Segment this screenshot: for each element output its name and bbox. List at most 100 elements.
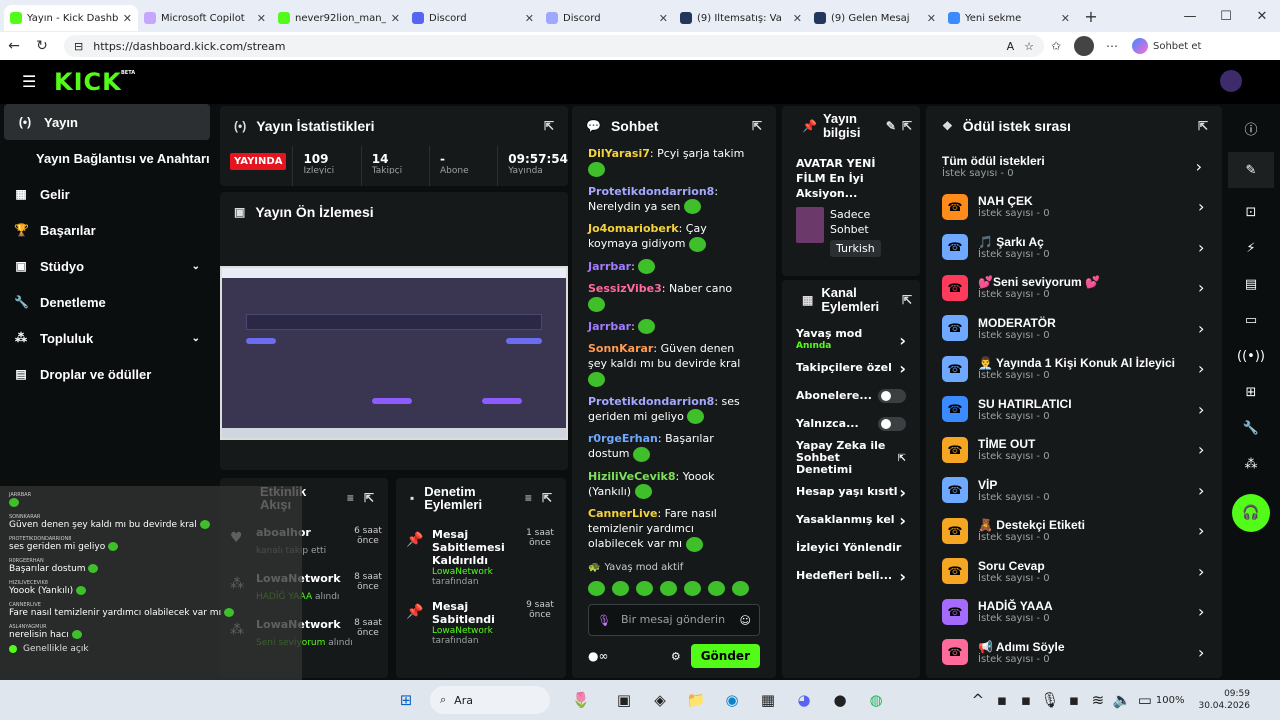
reward-item[interactable]: ☎ 📢 Adımı Söyle İstek sayısı - 0 › <box>926 632 1222 673</box>
browser-tab[interactable]: Yayın - Kick Dashb ✕ <box>4 5 138 31</box>
channel-action[interactable]: Takipçilere özel › <box>782 354 920 382</box>
layout-icon[interactable]: ⊞ <box>1228 374 1274 410</box>
chat-message[interactable]: Jarrbar: <box>572 319 752 334</box>
browser-tab[interactable]: Discord ✕ <box>406 5 540 31</box>
profile-avatar[interactable] <box>1074 36 1094 56</box>
site-info-icon[interactable]: ⊟ <box>74 40 83 53</box>
broadcast-icon[interactable]: ((•)) <box>1228 338 1274 374</box>
favorite-star-icon[interactable]: ☆ <box>1024 40 1034 53</box>
favorites-icon[interactable]: ✩ <box>1044 39 1068 53</box>
tray-icon[interactable]: ▪ <box>990 684 1014 716</box>
chat-messages[interactable]: DilYarasi7: Pcyi şarja takim Protetikdon… <box>572 146 776 556</box>
wifi-icon[interactable]: ≋ <box>1086 684 1110 716</box>
read-aloud-icon[interactable]: A <box>1007 40 1015 53</box>
file-explorer-icon[interactable]: 📁 <box>678 684 714 716</box>
tray-icon[interactable]: ▪ <box>1014 684 1038 716</box>
chat-message[interactable]: r0rgeErhan: Başarılar dostum <box>572 431 752 462</box>
copilot-button[interactable]: Sohbet et <box>1132 38 1201 54</box>
popout-icon[interactable]: ⇱ <box>542 491 552 505</box>
channel-action[interactable]: Yalnızca... <box>782 410 920 438</box>
chat-message[interactable]: Jo4omarioberk: Çay koymaya gidiyom <box>572 221 752 252</box>
toggle-switch[interactable] <box>878 389 906 403</box>
chat-username[interactable]: Jo4omarioberk <box>588 222 679 235</box>
menu-icon[interactable]: ☰ <box>22 72 36 91</box>
browser-tab[interactable]: (9) Gelen Mesaj ✕ <box>808 5 942 31</box>
info-icon[interactable]: ⓘ <box>1228 110 1274 146</box>
new-tab-button[interactable]: + <box>1076 7 1106 26</box>
copilot-icon[interactable]: ◈ <box>642 684 678 716</box>
sidebar-item[interactable]: (•) Yayın <box>4 104 210 140</box>
emote[interactable] <box>660 581 677 596</box>
task-view-icon[interactable]: ▣ <box>606 684 642 716</box>
popout-icon[interactable]: ⇱ <box>902 293 912 307</box>
capture-icon[interactable]: ⊡ <box>1228 194 1274 230</box>
popout-icon[interactable]: ⇱ <box>364 491 374 505</box>
start-icon[interactable]: ⊞ <box>388 684 424 716</box>
notes-icon[interactable]: ▤ <box>1228 266 1274 302</box>
edge-icon[interactable]: ◉ <box>714 684 750 716</box>
browser-tab[interactable]: never92lion_man_ ✕ <box>272 5 406 31</box>
emote[interactable] <box>636 581 653 596</box>
channel-action[interactable]: İzleyici Yönlendir <box>782 534 920 562</box>
chat-username[interactable]: Protetikdondarrion8 <box>588 185 714 198</box>
channel-action[interactable]: Hesap yaşı kısıtl › <box>782 478 920 506</box>
chat-message[interactable]: Jarrbar: <box>572 259 752 274</box>
chat-message[interactable]: HiziliVeCevik8: Yoook (Yankılı) <box>572 469 752 499</box>
reward-item[interactable]: ☎ 👨‍💼 Yayında 1 Kişi Konuk Al İzleyici İ… <box>926 349 1222 390</box>
more-menu-icon[interactable]: ⋯ <box>1100 39 1124 53</box>
filter-icon[interactable]: ≡ <box>525 491 532 505</box>
tray-icon[interactable]: ▪ <box>1062 684 1086 716</box>
reward-item[interactable]: ☎ 🧸 Destekçi Etiketi İstek sayısı - 0 › <box>926 511 1222 552</box>
reward-item[interactable]: ☎ HADİĞ YAAA İstek sayısı - 0 › <box>926 592 1222 633</box>
edit-icon[interactable]: ✎ <box>886 119 896 133</box>
external-link-icon[interactable]: ⇱ <box>898 453 906 464</box>
microphone-icon[interactable]: 🎙 <box>1038 684 1062 716</box>
sidebar-item[interactable]: Yayın Bağlantısı ve Anahtarı <box>0 140 214 176</box>
chat-username[interactable]: r0rgeErhan <box>588 432 658 445</box>
close-tab-icon[interactable]: ✕ <box>793 12 802 25</box>
emote[interactable] <box>684 581 701 596</box>
obs-icon[interactable]: ● <box>822 684 858 716</box>
chat-username[interactable]: Jarrbar <box>588 260 631 273</box>
reward-item[interactable]: ☎ NAH ÇEK İstek sayısı - 0 › <box>926 187 1222 228</box>
close-window-icon[interactable]: ✕ <box>1244 9 1280 24</box>
browser-tab[interactable]: Discord ✕ <box>540 5 674 31</box>
close-tab-icon[interactable]: ✕ <box>525 12 534 25</box>
channel-action[interactable]: Hedefleri beli... › <box>782 562 920 590</box>
settings-icon[interactable]: ⚙ <box>671 650 681 663</box>
reward-item[interactable]: ☎ MODERATÖR İstek sayısı - 0 › <box>926 308 1222 349</box>
reward-item[interactable]: ☎ 💕Seni seviyorum 💕 İstek sayısı - 0 › <box>926 268 1222 309</box>
popout-icon[interactable]: ⇱ <box>902 119 912 133</box>
reward-item[interactable]: ☎ 🎵 Şarkı Aç İstek sayısı - 0 › <box>926 227 1222 268</box>
chat-message[interactable]: DilYarasi7: Pcyi şarja takim <box>572 146 752 177</box>
reload-icon[interactable]: ↻ <box>28 38 56 54</box>
wrench-icon[interactable]: 🔧 <box>1228 410 1274 446</box>
chevron-up-icon[interactable]: ^ <box>966 684 990 716</box>
send-button[interactable]: Gönder <box>690 644 760 668</box>
close-tab-icon[interactable]: ✕ <box>391 12 400 25</box>
close-tab-icon[interactable]: ✕ <box>927 12 936 25</box>
maximize-icon[interactable]: ☐ <box>1208 9 1244 24</box>
chat-message[interactable]: SonnKarar: Güven denen şey kaldı mı bu d… <box>572 341 752 387</box>
discord-icon[interactable]: ◕ <box>786 684 822 716</box>
kick-logo[interactable]: KICK <box>54 68 122 96</box>
chat-users-icon[interactable]: ●∞ <box>588 649 608 663</box>
channel-action[interactable]: Yapay Zeka ile Sohbet Denetimi ⇱ <box>782 438 920 478</box>
back-icon[interactable]: ← <box>0 38 28 54</box>
popout-icon[interactable]: ⇱ <box>752 119 762 133</box>
chat-input[interactable]: 🎙 Bir mesaj gönderin ☺ <box>588 604 760 636</box>
channel-action[interactable]: Abonelere... <box>782 382 920 410</box>
close-tab-icon[interactable]: ✕ <box>257 12 266 25</box>
chat-username[interactable]: CannerLive <box>588 507 657 520</box>
sidebar-item[interactable]: 🏆 Başarılar <box>0 212 214 248</box>
community-icon[interactable]: ⁂ <box>1228 446 1274 482</box>
all-rewards-row[interactable]: Tüm ödül istekleri İstek sayısı - 0 › <box>926 146 1222 187</box>
chat-username[interactable]: HiziliVeCevik8 <box>588 470 676 483</box>
chat-message[interactable]: Protetikdondarrion8: Nerelydin ya sen <box>572 184 752 214</box>
emote[interactable] <box>612 581 629 596</box>
close-tab-icon[interactable]: ✕ <box>123 12 132 25</box>
chat-username[interactable]: DilYarasi7 <box>588 147 650 160</box>
reward-item[interactable]: ☎ SU HATIRLATICI İstek sayısı - 0 › <box>926 389 1222 430</box>
chat-message[interactable]: Protetikdondarrion8: ses geriden mi geli… <box>572 394 752 424</box>
emote[interactable] <box>732 581 749 596</box>
